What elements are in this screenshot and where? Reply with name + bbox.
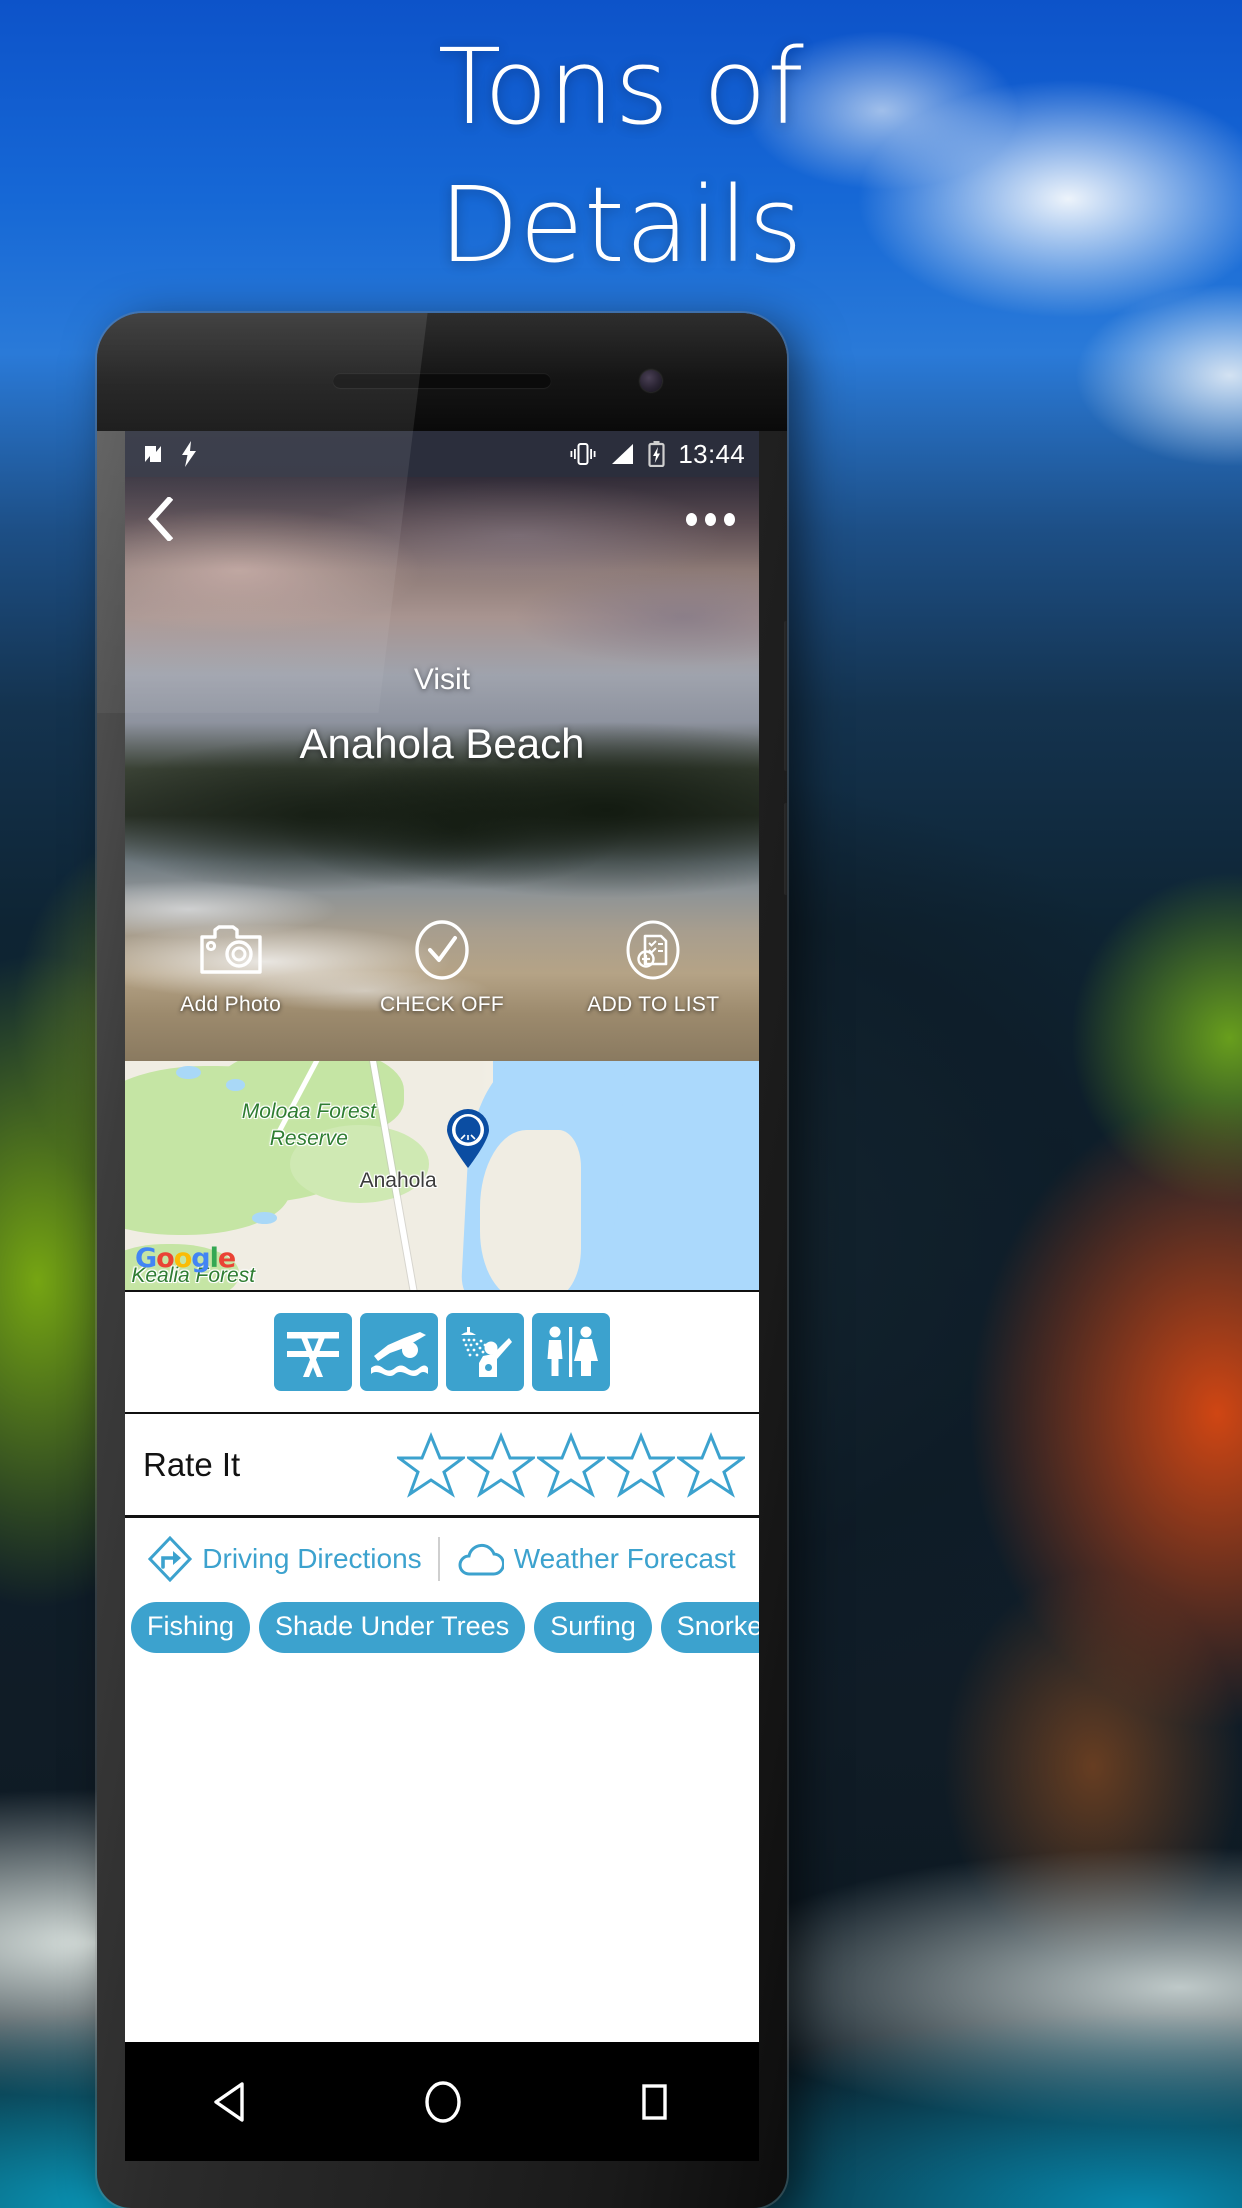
phone-top-bezel <box>97 313 787 431</box>
amenities-row <box>125 1290 759 1414</box>
hero-photo: Visit Anahola Beach Add Photo CHECK OFF … <box>125 477 759 1061</box>
battery-charging-icon <box>648 441 666 467</box>
amenity-restrooms[interactable] <box>532 1313 610 1391</box>
tag-chip[interactable]: Surfing <box>534 1602 652 1653</box>
back-chevron-icon[interactable] <box>147 497 173 541</box>
status-bar: 13:44 <box>125 431 759 477</box>
check-off-label: CHECK OFF <box>379 993 505 1016</box>
amenity-swimming[interactable] <box>360 1313 438 1391</box>
map-water-body <box>251 1212 278 1224</box>
overflow-dot <box>705 512 716 526</box>
earpiece-speaker <box>333 373 551 388</box>
rate-it-row: Rate It <box>125 1414 759 1518</box>
amenity-picnic-tables[interactable] <box>274 1313 352 1391</box>
android-home-icon[interactable] <box>422 2079 464 2125</box>
google-attribution: Google <box>135 1243 236 1274</box>
links-divider <box>437 1537 440 1581</box>
google-letter: e <box>217 1243 236 1274</box>
status-bar-left-icons <box>141 441 197 467</box>
map-coastline-inner <box>480 1129 582 1290</box>
status-bar-right-icons: 13:44 <box>569 439 745 470</box>
rating-star-1[interactable] <box>397 1431 465 1498</box>
add-photo-button[interactable]: Add Photo <box>125 915 336 1017</box>
camera-icon <box>125 915 336 985</box>
check-off-button[interactable]: CHECK OFF <box>336 915 547 1017</box>
page-title: Anahola Beach <box>299 720 585 767</box>
hero-title-block: Visit Anahola Beach <box>125 660 759 772</box>
rate-it-label: Rate It <box>143 1445 241 1483</box>
google-letter: o <box>156 1243 175 1274</box>
vibrate-icon <box>570 443 596 465</box>
hero-top-bar <box>125 477 759 561</box>
flash-icon <box>182 441 196 467</box>
shower-icon <box>461 1327 512 1377</box>
status-bar-clock: 13:44 <box>678 438 745 469</box>
google-letter: g <box>191 1243 210 1274</box>
weather-forecast-link[interactable]: Weather Forecast <box>456 1540 736 1578</box>
tag-chip[interactable]: Fishing <box>131 1602 251 1653</box>
restroom-icon <box>547 1326 598 1377</box>
swimming-icon <box>371 1332 428 1376</box>
google-letter: G <box>135 1243 157 1274</box>
android-recents-icon[interactable] <box>635 2080 673 2124</box>
promo-headline: Tons of Details <box>0 18 1242 294</box>
shell-map-pin-icon[interactable] <box>445 1109 491 1169</box>
rating-star-3[interactable] <box>537 1431 605 1498</box>
driving-directions-link[interactable]: Driving Directions <box>148 1536 422 1582</box>
quick-links-row: Driving Directions Weather Forecast <box>125 1518 759 1600</box>
driving-directions-label: Driving Directions <box>202 1543 422 1574</box>
add-to-list-label: ADD TO LIST <box>587 993 720 1016</box>
check-circle-icon <box>336 915 547 985</box>
action-strip: Add Photo CHECK OFF ADD TO LIST <box>125 909 759 1061</box>
add-photo-label: Add Photo <box>180 993 282 1016</box>
amenity-showers[interactable] <box>446 1313 524 1391</box>
weather-cloud-icon <box>458 1543 504 1576</box>
google-letter: l <box>209 1243 219 1274</box>
phone-mockup: 13:44 Visit Anahola Beach Add Photo CHEC… <box>97 313 787 2208</box>
rating-star-4[interactable] <box>607 1431 675 1498</box>
tag-chip[interactable]: Snorkeling <box>660 1602 759 1653</box>
map-water-body <box>226 1079 246 1091</box>
promo-headline-line2: Details <box>438 164 804 286</box>
add-to-list-icon <box>548 915 759 985</box>
power-button[interactable] <box>784 803 787 895</box>
star-rating-control[interactable] <box>397 1431 745 1498</box>
rating-star-5[interactable] <box>677 1431 745 1498</box>
add-to-list-button[interactable]: ADD TO LIST <box>548 915 759 1017</box>
google-letter: o <box>173 1243 193 1274</box>
signal-icon <box>612 444 634 464</box>
picnic-table-icon <box>287 1332 339 1377</box>
weather-forecast-label: Weather Forecast <box>513 1543 736 1574</box>
driving-directions-icon <box>148 1536 193 1582</box>
overflow-dot <box>686 512 697 526</box>
tags-row: Fishing Shade Under Trees Surfing Snorke… <box>125 1600 759 1653</box>
phone-screen: 13:44 Visit Anahola Beach Add Photo CHEC… <box>125 431 759 2042</box>
android-nav-bar <box>125 2042 759 2161</box>
rating-star-2[interactable] <box>467 1431 535 1498</box>
location-map[interactable]: Moloaa Forest Reserve Anahola Kealia For… <box>125 1061 759 1290</box>
overflow-menu-icon[interactable] <box>686 512 735 526</box>
volume-button[interactable] <box>784 621 787 771</box>
overflow-dot <box>724 512 735 526</box>
promo-headline-line1: Tons of <box>437 26 805 148</box>
nfc-icon <box>145 446 161 462</box>
hero-kicker: Visit <box>413 663 471 696</box>
map-forest-area <box>289 1125 430 1203</box>
android-back-icon[interactable] <box>211 2080 251 2124</box>
front-camera-icon <box>640 370 662 392</box>
tag-chip[interactable]: Shade Under Trees <box>259 1602 526 1653</box>
